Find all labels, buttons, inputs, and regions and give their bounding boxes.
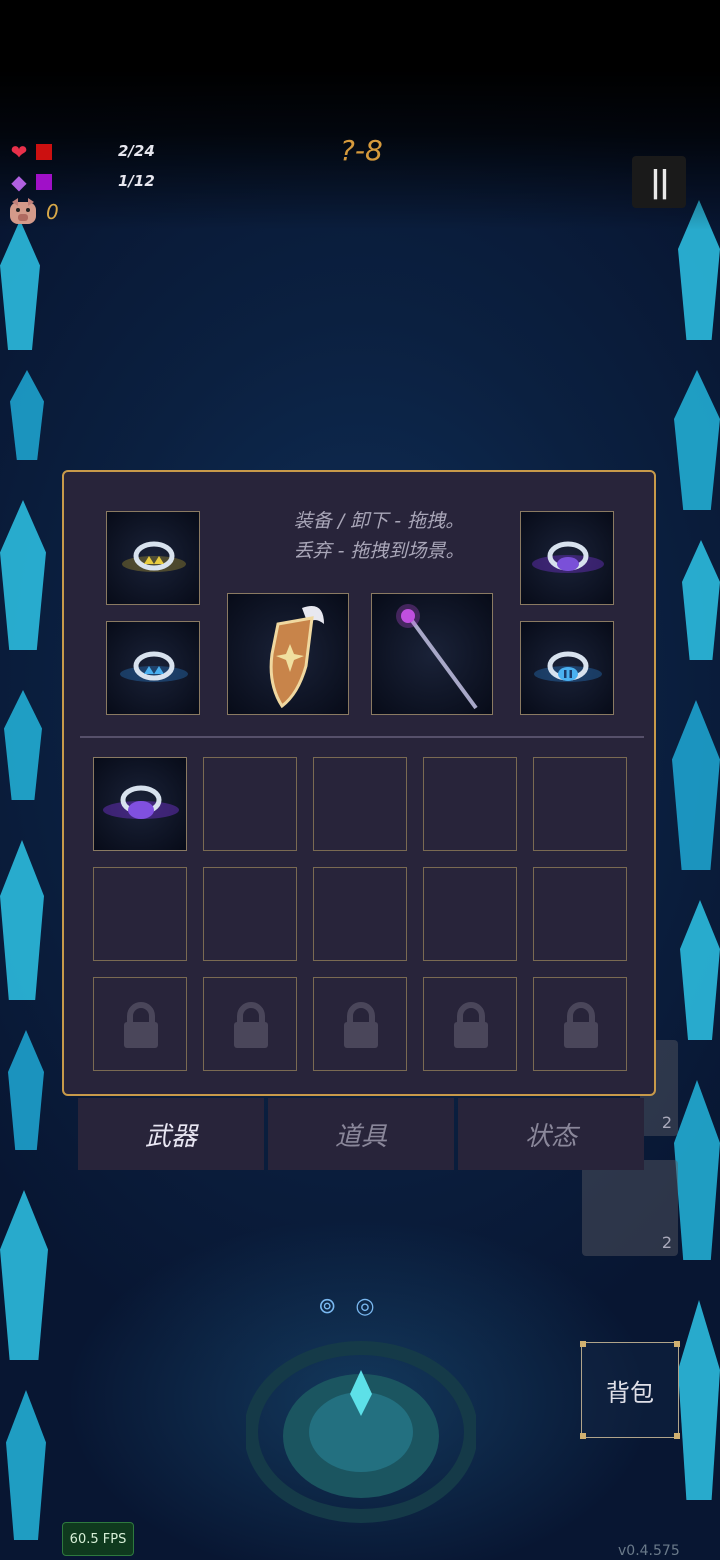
- equip-slot-ring-4[interactable]: [520, 621, 614, 715]
- hint-line-1: 装备 / 卸下 - 拖拽。: [293, 510, 465, 532]
- rune-glyphs: ⊚ ◎: [318, 1294, 381, 1319]
- corner-mark: [580, 1433, 586, 1439]
- equip-slot-ring-2[interactable]: [106, 621, 200, 715]
- fps-counter: 60.5 FPS: [62, 1522, 134, 1556]
- equip-slot-staff[interactable]: [371, 593, 493, 715]
- coin-row: 0: [8, 198, 59, 224]
- level-indicator: ?-8: [340, 134, 383, 167]
- locked-slot-2: [203, 977, 297, 1071]
- inventory-slot-8[interactable]: [313, 867, 407, 961]
- locked-slot-3: [313, 977, 407, 1071]
- mana-value: 1/12: [118, 172, 155, 190]
- inventory-slot-6[interactable]: [93, 867, 187, 961]
- lock-icon: [344, 1002, 378, 1048]
- pause-icon: ||: [650, 164, 670, 200]
- equip-slot-shield[interactable]: [227, 593, 349, 715]
- equip-slot-ring-3[interactable]: [520, 511, 614, 605]
- lock-icon: [564, 1002, 598, 1048]
- backpack-button[interactable]: 背包: [580, 1341, 680, 1439]
- pig-icon: [10, 198, 36, 224]
- top-bar: [0, 0, 720, 70]
- blue-ring-icon: [120, 651, 188, 682]
- tab-weapons[interactable]: 武器: [78, 1098, 264, 1170]
- side-count-2: 2: [661, 1233, 672, 1252]
- winged-shield-icon: [269, 606, 324, 709]
- inventory-slot-5[interactable]: [533, 757, 627, 851]
- inventory-slot-1[interactable]: [93, 757, 187, 851]
- heart-icon: ❤: [10, 140, 28, 164]
- purple-moon-ring-icon: [103, 785, 179, 819]
- lock-icon: [234, 1002, 268, 1048]
- locked-slot-4: [423, 977, 517, 1071]
- inventory-slot-10[interactable]: [533, 867, 627, 961]
- mana-bar: [36, 174, 52, 190]
- coin-value: 0: [46, 200, 59, 224]
- inventory-slot-4[interactable]: [423, 757, 517, 851]
- blue-pause-ring-icon: [534, 651, 602, 682]
- tab-status[interactable]: 状态: [458, 1098, 644, 1170]
- equip-slot-ring-1[interactable]: [106, 511, 200, 605]
- side-item-ghost-2: 2: [582, 1160, 678, 1256]
- corner-mark: [674, 1341, 680, 1347]
- joystick-pedestal[interactable]: [246, 1336, 476, 1526]
- hp-bar: [36, 144, 52, 160]
- version-label: v0.4.575: [618, 1543, 680, 1559]
- tab-items[interactable]: 道具: [268, 1098, 454, 1170]
- locked-slot-5: [533, 977, 627, 1071]
- inventory-panel: 装备 / 卸下 - 拖拽。 丢弃 - 拖拽到场景。: [62, 470, 656, 1096]
- corner-mark: [580, 1341, 586, 1347]
- pause-button[interactable]: ||: [632, 156, 686, 208]
- hp-value: 2/24: [118, 142, 155, 160]
- lock-icon: [454, 1002, 488, 1048]
- hint-line-2: 丢弃 - 拖拽到场景。: [293, 540, 465, 562]
- inventory-slot-2[interactable]: [203, 757, 297, 851]
- inventory-hint: 装备 / 卸下 - 拖拽。 丢弃 - 拖拽到场景。: [264, 506, 494, 566]
- magic-staff-icon: [396, 604, 478, 710]
- side-count-1: 2: [661, 1113, 672, 1132]
- inventory-slot-3[interactable]: [313, 757, 407, 851]
- crystal-wall-left: [0, 200, 60, 1560]
- corner-mark: [674, 1433, 680, 1439]
- lock-icon: [124, 1002, 158, 1048]
- mana-gem-icon: ◆: [11, 170, 27, 194]
- panel-divider: [80, 736, 644, 738]
- backpack-label: 背包: [606, 1378, 654, 1407]
- inventory-slot-9[interactable]: [423, 867, 517, 961]
- purple-swirl-ring-icon: [532, 541, 604, 573]
- hp-row: ❤: [8, 140, 52, 164]
- inventory-slot-7[interactable]: [203, 867, 297, 961]
- gold-ring-icon: [122, 541, 186, 572]
- locked-slot-1: [93, 977, 187, 1071]
- mana-row: ◆: [8, 170, 52, 194]
